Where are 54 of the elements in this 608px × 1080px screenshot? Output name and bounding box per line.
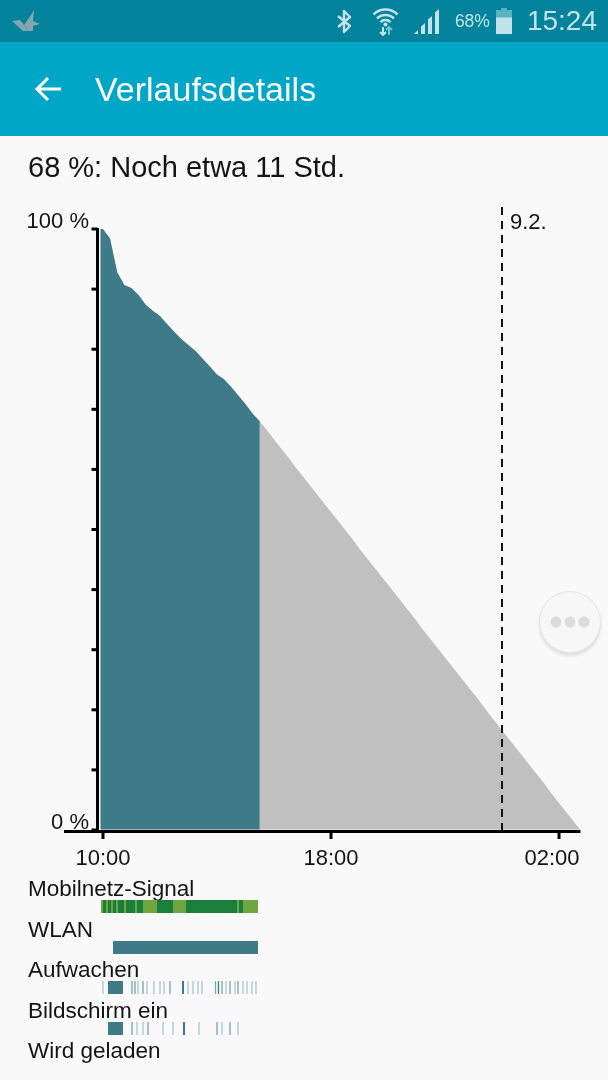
axis-label: 0 % <box>51 809 89 834</box>
timeline-label: Wird geladen <box>28 1038 161 1063</box>
wake-mark <box>251 981 253 994</box>
screen-on-mark <box>183 1021 185 1035</box>
timeline-label: Mobilnetz-Signal <box>28 876 195 901</box>
screen-on-mark <box>221 1021 223 1035</box>
axis-label: 100 % <box>26 208 89 233</box>
wake-mark <box>187 981 189 994</box>
wake-mark <box>169 981 171 994</box>
signal-icon <box>413 8 441 34</box>
axis-label: 02:00 <box>524 844 580 870</box>
screen-title: Verlaufsdetails <box>95 69 317 109</box>
wake-mark <box>255 981 257 994</box>
axis-label: 10:00 <box>75 844 131 870</box>
wifi-icon <box>371 6 399 36</box>
battery-estimate: 68 %: Noch etwa 11 Std. <box>28 151 346 183</box>
wake-mark <box>225 981 227 994</box>
wake-mark <box>102 981 104 994</box>
wake-mark <box>197 981 199 994</box>
wake-mark <box>146 981 148 994</box>
more-icon <box>550 616 590 628</box>
wake-mark <box>242 981 244 994</box>
axis-label: 18:00 <box>303 844 359 870</box>
screen-on-mark <box>229 1021 231 1035</box>
back-arrow-icon <box>34 76 62 102</box>
battery-icon <box>495 8 512 34</box>
screen-on-mark <box>198 1021 200 1035</box>
screen-on-mark <box>136 1021 138 1035</box>
screen-on-mark <box>172 1021 174 1035</box>
wake-mark <box>153 981 155 994</box>
screen-on-mark <box>237 1021 239 1035</box>
battery-percent: 68% <box>454 11 490 31</box>
wake-mark <box>229 981 231 994</box>
wake-mark <box>201 981 203 994</box>
wake-mark <box>163 981 165 994</box>
screen-on-mark <box>131 1021 133 1035</box>
origami-bird-icon <box>12 10 41 32</box>
date-label: 9.2. <box>510 209 547 234</box>
wake-mark <box>159 981 161 994</box>
screen-on-mark <box>108 1021 123 1035</box>
wake-mark <box>108 981 123 994</box>
screen-on-mark <box>216 1021 218 1035</box>
screen-on-mark <box>162 1021 164 1035</box>
screen-on-mark <box>147 1021 149 1035</box>
screen-on-mark <box>142 1021 144 1035</box>
signal-strength-segment <box>157 900 173 913</box>
timeline-label: Aufwachen <box>28 957 140 982</box>
timeline-label: Bildschirm ein <box>28 997 169 1023</box>
timeline-label: WLAN <box>28 916 93 942</box>
clock-time: 15:24 <box>526 5 597 37</box>
wake-mark <box>246 981 248 994</box>
wake-mark <box>192 981 194 994</box>
wake-mark <box>182 981 184 994</box>
wake-mark <box>142 981 144 994</box>
